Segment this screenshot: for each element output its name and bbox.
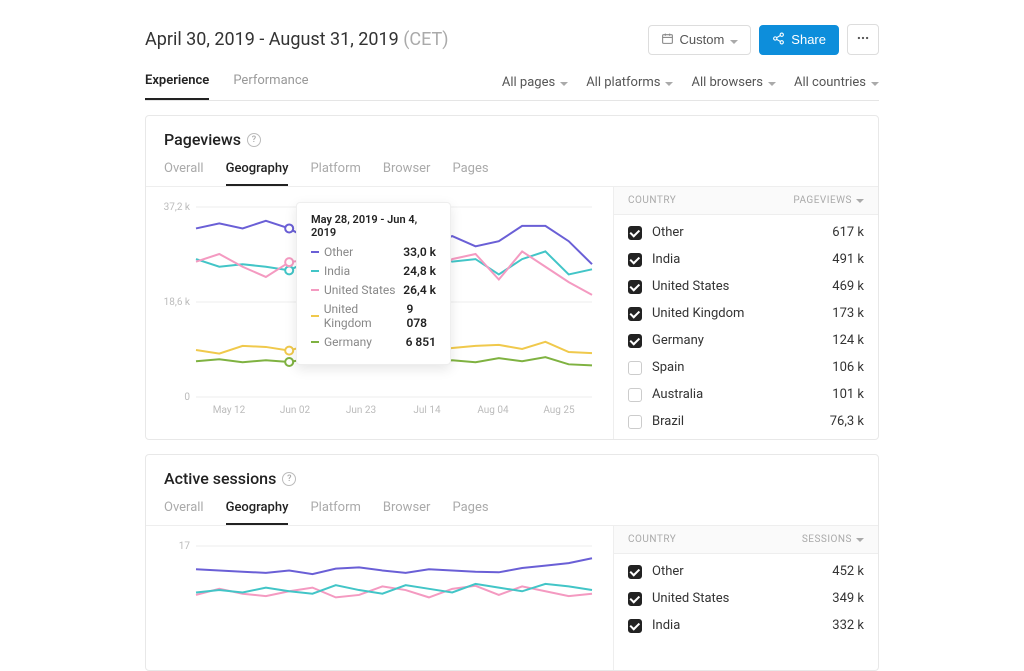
legend-value: 106 k [832,360,864,375]
tab-performance[interactable]: Performance [233,73,308,100]
legend-name: Brazil [652,414,684,429]
pageviews-tab-browser[interactable]: Browser [383,161,431,186]
more-button[interactable] [847,24,879,55]
legend-name: Other [652,564,684,579]
legend-row[interactable]: Other 617 k [614,219,878,246]
legend-name: United States [652,591,729,606]
checkbox[interactable] [628,565,642,579]
checkbox[interactable] [628,388,642,402]
pageviews-tab-pages[interactable]: Pages [452,161,488,186]
legend-row[interactable]: United States 349 k [614,585,878,612]
series-line [196,584,592,594]
pageviews-tab-platform[interactable]: Platform [310,161,360,186]
date-range-title: April 30, 2019 - August 31, 2019 (CET) [145,29,449,50]
legend-header-pageviews[interactable]: Pageviews [793,195,864,206]
checkbox[interactable] [628,592,642,606]
legend-value: 101 k [832,387,864,402]
tooltip-title: May 28, 2019 - Jun 4, 2019 [311,213,436,239]
legend-name: United Kingdom [652,306,744,321]
svg-text:Aug 04: Aug 04 [477,405,509,416]
svg-text:May 12: May 12 [213,405,246,416]
legend-name: India [652,252,680,267]
legend-value: 76,3 k [830,414,864,429]
svg-text:18,6 k: 18,6 k [164,297,191,308]
info-icon[interactable]: ? [282,472,296,486]
share-button[interactable]: Share [759,25,839,55]
chevron-down-icon [856,195,864,206]
chevron-down-icon [871,75,879,90]
sessions-tab-browser[interactable]: Browser [383,500,431,525]
svg-text:0: 0 [184,392,190,403]
filter-platforms[interactable]: All platforms [586,75,673,90]
legend-value: 452 k [832,564,864,579]
svg-text:Aug 25: Aug 25 [543,405,575,416]
chevron-down-icon [665,75,673,90]
checkbox[interactable] [628,280,642,294]
filter-pages[interactable]: All pages [502,75,568,90]
checkbox[interactable] [628,307,642,321]
svg-text:37,2 k: 37,2 k [164,202,191,213]
legend-row[interactable]: Other 452 k [614,558,878,585]
checkbox[interactable] [628,415,642,429]
legend-name: United States [652,279,729,294]
chevron-down-icon [730,32,738,47]
legend-value: 617 k [832,225,864,240]
panel-title: Pageviews [164,130,241,149]
legend-row[interactable]: India 332 k [614,612,878,639]
checkbox[interactable] [628,361,642,375]
legend-row[interactable]: Spain 106 k [614,354,878,381]
legend-row[interactable]: United Kingdom 173 k [614,300,878,327]
pageviews-panel: Pageviews ? Overall Geography Platform Brow… [145,115,879,440]
checkbox[interactable] [628,619,642,633]
legend-row[interactable]: Brazil 76,3 k [614,408,878,435]
checkbox[interactable] [628,334,642,348]
pageviews-tab-overall[interactable]: Overall [164,161,204,186]
legend-value: 124 k [832,333,864,348]
legend-value: 173 k [832,306,864,321]
sessions-tab-geography[interactable]: Geography [226,500,289,525]
legend-row[interactable]: Australia 101 k [614,381,878,408]
sessions-panel: Active sessions ? Overall Geography Platfo… [145,454,879,671]
legend-header-country[interactable]: Country [628,534,676,545]
chevron-down-icon [856,534,864,545]
filter-countries[interactable]: All countries [794,75,879,90]
legend-header-country[interactable]: Country [628,195,676,206]
legend-value: 491 k [832,252,864,267]
series-line [196,558,592,574]
checkbox[interactable] [628,253,642,267]
legend-name: Spain [652,360,684,375]
legend-name: Australia [652,387,703,402]
legend-name: India [652,618,680,633]
tab-experience[interactable]: Experience [145,73,209,100]
filter-browsers[interactable]: All browsers [691,75,776,90]
sessions-tab-overall[interactable]: Overall [164,500,204,525]
pageviews-tab-geography[interactable]: Geography [226,161,289,186]
legend-row[interactable]: Germany 124 k [614,327,878,354]
svg-text:Jul 14: Jul 14 [413,405,441,416]
chevron-down-icon [560,75,568,90]
legend-value: 332 k [832,618,864,633]
legend-value: 349 k [832,591,864,606]
chart-tooltip: May 28, 2019 - Jun 4, 2019Other33,0 kInd… [296,202,451,365]
legend-header-sessions[interactable]: Sessions [802,534,864,545]
legend-name: Germany [652,333,704,348]
chevron-down-icon [768,75,776,90]
info-icon[interactable]: ? [247,133,261,147]
custom-range-button[interactable]: Custom [648,25,752,55]
sessions-tab-pages[interactable]: Pages [452,500,488,525]
legend-row[interactable]: United States 469 k [614,273,878,300]
svg-text:17: 17 [179,541,191,552]
calendar-icon [661,32,674,48]
share-icon [772,32,785,48]
legend-value: 469 k [832,279,864,294]
legend-row[interactable]: India 491 k [614,246,878,273]
sessions-tab-platform[interactable]: Platform [310,500,360,525]
svg-text:Jun 02: Jun 02 [280,405,311,416]
main-tabs: Experience Performance [145,73,309,100]
dots-icon [856,31,870,48]
svg-text:Jun 23: Jun 23 [346,405,376,416]
panel-title: Active sessions [164,469,276,488]
legend-name: Other [652,225,684,240]
checkbox[interactable] [628,226,642,240]
